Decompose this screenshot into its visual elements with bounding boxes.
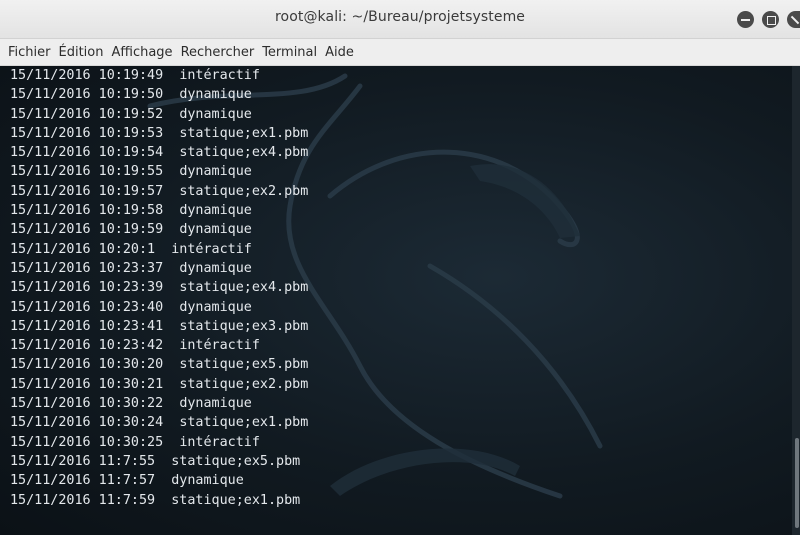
log-message: intéractif	[179, 434, 260, 450]
log-message: intéractif	[179, 338, 260, 354]
log-line: 15/11/2016 10:19:50 dynamique	[10, 85, 790, 104]
log-line: 15/11/2016 10:19:52 dynamique	[10, 105, 790, 124]
title-bar[interactable]: root@kali: ~/Bureau/projetsysteme	[0, 0, 800, 39]
log-timestamp: 15/11/2016 10:19:54	[10, 145, 180, 161]
menu-aide[interactable]: Aide	[321, 39, 358, 66]
close-icon[interactable]	[787, 11, 800, 28]
log-message: statique;ex4.pbm	[179, 145, 309, 161]
log-timestamp: 15/11/2016 10:23:42	[10, 338, 180, 354]
log-timestamp: 15/11/2016 10:19:49	[10, 68, 180, 83]
terminal-window: root@kali: ~/Bureau/projetsysteme Fichie…	[0, 0, 800, 535]
terminal-lines: 15/11/2016 10:19:49 intéractif 15/11/201…	[10, 66, 790, 510]
log-timestamp: 15/11/2016 11:7:57	[10, 473, 172, 489]
log-line: 15/11/2016 11:7:57 dynamique	[10, 471, 790, 490]
log-message: intéractif	[179, 68, 260, 83]
log-line: 15/11/2016 10:20:1 intéractif	[10, 240, 790, 259]
window-controls	[737, 11, 800, 29]
log-line: 15/11/2016 10:30:24 statique;ex1.pbm	[10, 413, 790, 432]
log-message: dynamique	[179, 106, 252, 122]
log-timestamp: 15/11/2016 10:30:25	[10, 434, 180, 450]
log-line: 15/11/2016 10:30:21 statique;ex2.pbm	[10, 375, 790, 394]
log-message: dynamique	[179, 299, 252, 315]
log-line: 15/11/2016 10:23:39 statique;ex4.pbm	[10, 278, 790, 297]
menu-affichage[interactable]: Affichage	[107, 39, 176, 66]
log-message: dynamique	[179, 87, 252, 103]
log-message: intéractif	[171, 241, 252, 257]
terminal-output[interactable]: 15/11/2016 10:19:49 intéractif 15/11/201…	[0, 66, 800, 535]
log-message: dynamique	[179, 396, 252, 412]
menu-rechercher[interactable]: Rechercher	[177, 39, 259, 66]
menu-terminal[interactable]: Terminal	[258, 39, 321, 66]
log-message: statique;ex3.pbm	[179, 318, 309, 334]
menu-fichier[interactable]: Fichier	[4, 39, 55, 66]
log-timestamp: 15/11/2016 11:7:59	[10, 492, 172, 508]
log-timestamp: 15/11/2016 10:30:22	[10, 396, 180, 412]
log-timestamp: 15/11/2016 10:30:20	[10, 357, 180, 373]
menu-bar: Fichier Édition Affichage Rechercher Ter…	[0, 39, 800, 66]
log-message: statique;ex2.pbm	[179, 376, 309, 392]
log-message: dynamique	[179, 164, 252, 180]
log-message: statique;ex5.pbm	[171, 453, 301, 469]
minimize-icon[interactable]	[737, 11, 754, 28]
log-timestamp: 15/11/2016 10:19:55	[10, 164, 180, 180]
log-timestamp: 15/11/2016 10:19:50	[10, 87, 180, 103]
log-line: 15/11/2016 10:23:42 intéractif	[10, 336, 790, 355]
window-title: root@kali: ~/Bureau/projetsysteme	[274, 9, 526, 25]
log-line: 15/11/2016 11:7:59 statique;ex1.pbm	[10, 491, 790, 510]
log-line: 15/11/2016 10:19:59 dynamique	[10, 220, 790, 239]
log-line: 15/11/2016 10:30:22 dynamique	[10, 394, 790, 413]
log-timestamp: 15/11/2016 10:23:40	[10, 299, 180, 315]
log-timestamp: 15/11/2016 10:30:21	[10, 376, 180, 392]
log-message: statique;ex1.pbm	[179, 125, 309, 141]
log-line: 15/11/2016 10:30:25 intéractif	[10, 433, 790, 452]
log-line: 15/11/2016 10:23:41 statique;ex3.pbm	[10, 317, 790, 336]
log-line: 15/11/2016 10:19:58 dynamique	[10, 201, 790, 220]
log-message: dynamique	[179, 203, 252, 219]
log-line: 15/11/2016 11:7:55 statique;ex5.pbm	[10, 452, 790, 471]
log-timestamp: 15/11/2016 10:30:24	[10, 415, 180, 431]
log-message: statique;ex2.pbm	[179, 183, 309, 199]
maximize-icon[interactable]	[762, 11, 779, 28]
log-timestamp: 15/11/2016 10:23:39	[10, 280, 180, 296]
terminal-scrollbar[interactable]	[792, 66, 800, 535]
log-message: dynamique	[179, 260, 252, 276]
log-timestamp: 15/11/2016 10:19:52	[10, 106, 180, 122]
log-timestamp: 15/11/2016 10:23:41	[10, 318, 180, 334]
log-message: dynamique	[179, 222, 252, 238]
log-timestamp: 15/11/2016 10:19:59	[10, 222, 180, 238]
log-line: 15/11/2016 10:19:54 statique;ex4.pbm	[10, 143, 790, 162]
log-message: statique;ex1.pbm	[171, 492, 301, 508]
scrollbar-thumb[interactable]	[795, 438, 799, 528]
log-timestamp: 15/11/2016 10:23:37	[10, 260, 180, 276]
log-message: statique;ex5.pbm	[179, 357, 309, 373]
log-timestamp: 15/11/2016 10:19:58	[10, 203, 180, 219]
log-line: 15/11/2016 10:19:49 intéractif	[10, 66, 790, 85]
log-timestamp: 15/11/2016 10:19:53	[10, 125, 180, 141]
log-timestamp: 15/11/2016 10:19:57	[10, 183, 180, 199]
log-line: 15/11/2016 10:30:20 statique;ex5.pbm	[10, 355, 790, 374]
log-timestamp: 15/11/2016 10:20:1	[10, 241, 172, 257]
log-message: dynamique	[171, 473, 244, 489]
log-line: 15/11/2016 10:23:37 dynamique	[10, 259, 790, 278]
log-line: 15/11/2016 10:19:53 statique;ex1.pbm	[10, 124, 790, 143]
log-timestamp: 15/11/2016 11:7:55	[10, 453, 172, 469]
log-line: 15/11/2016 10:19:55 dynamique	[10, 162, 790, 181]
menu-edition[interactable]: Édition	[55, 39, 108, 66]
log-message: statique;ex1.pbm	[179, 415, 309, 431]
log-message: statique;ex4.pbm	[179, 280, 309, 296]
log-line: 15/11/2016 10:19:57 statique;ex2.pbm	[10, 182, 790, 201]
log-line: 15/11/2016 10:23:40 dynamique	[10, 298, 790, 317]
